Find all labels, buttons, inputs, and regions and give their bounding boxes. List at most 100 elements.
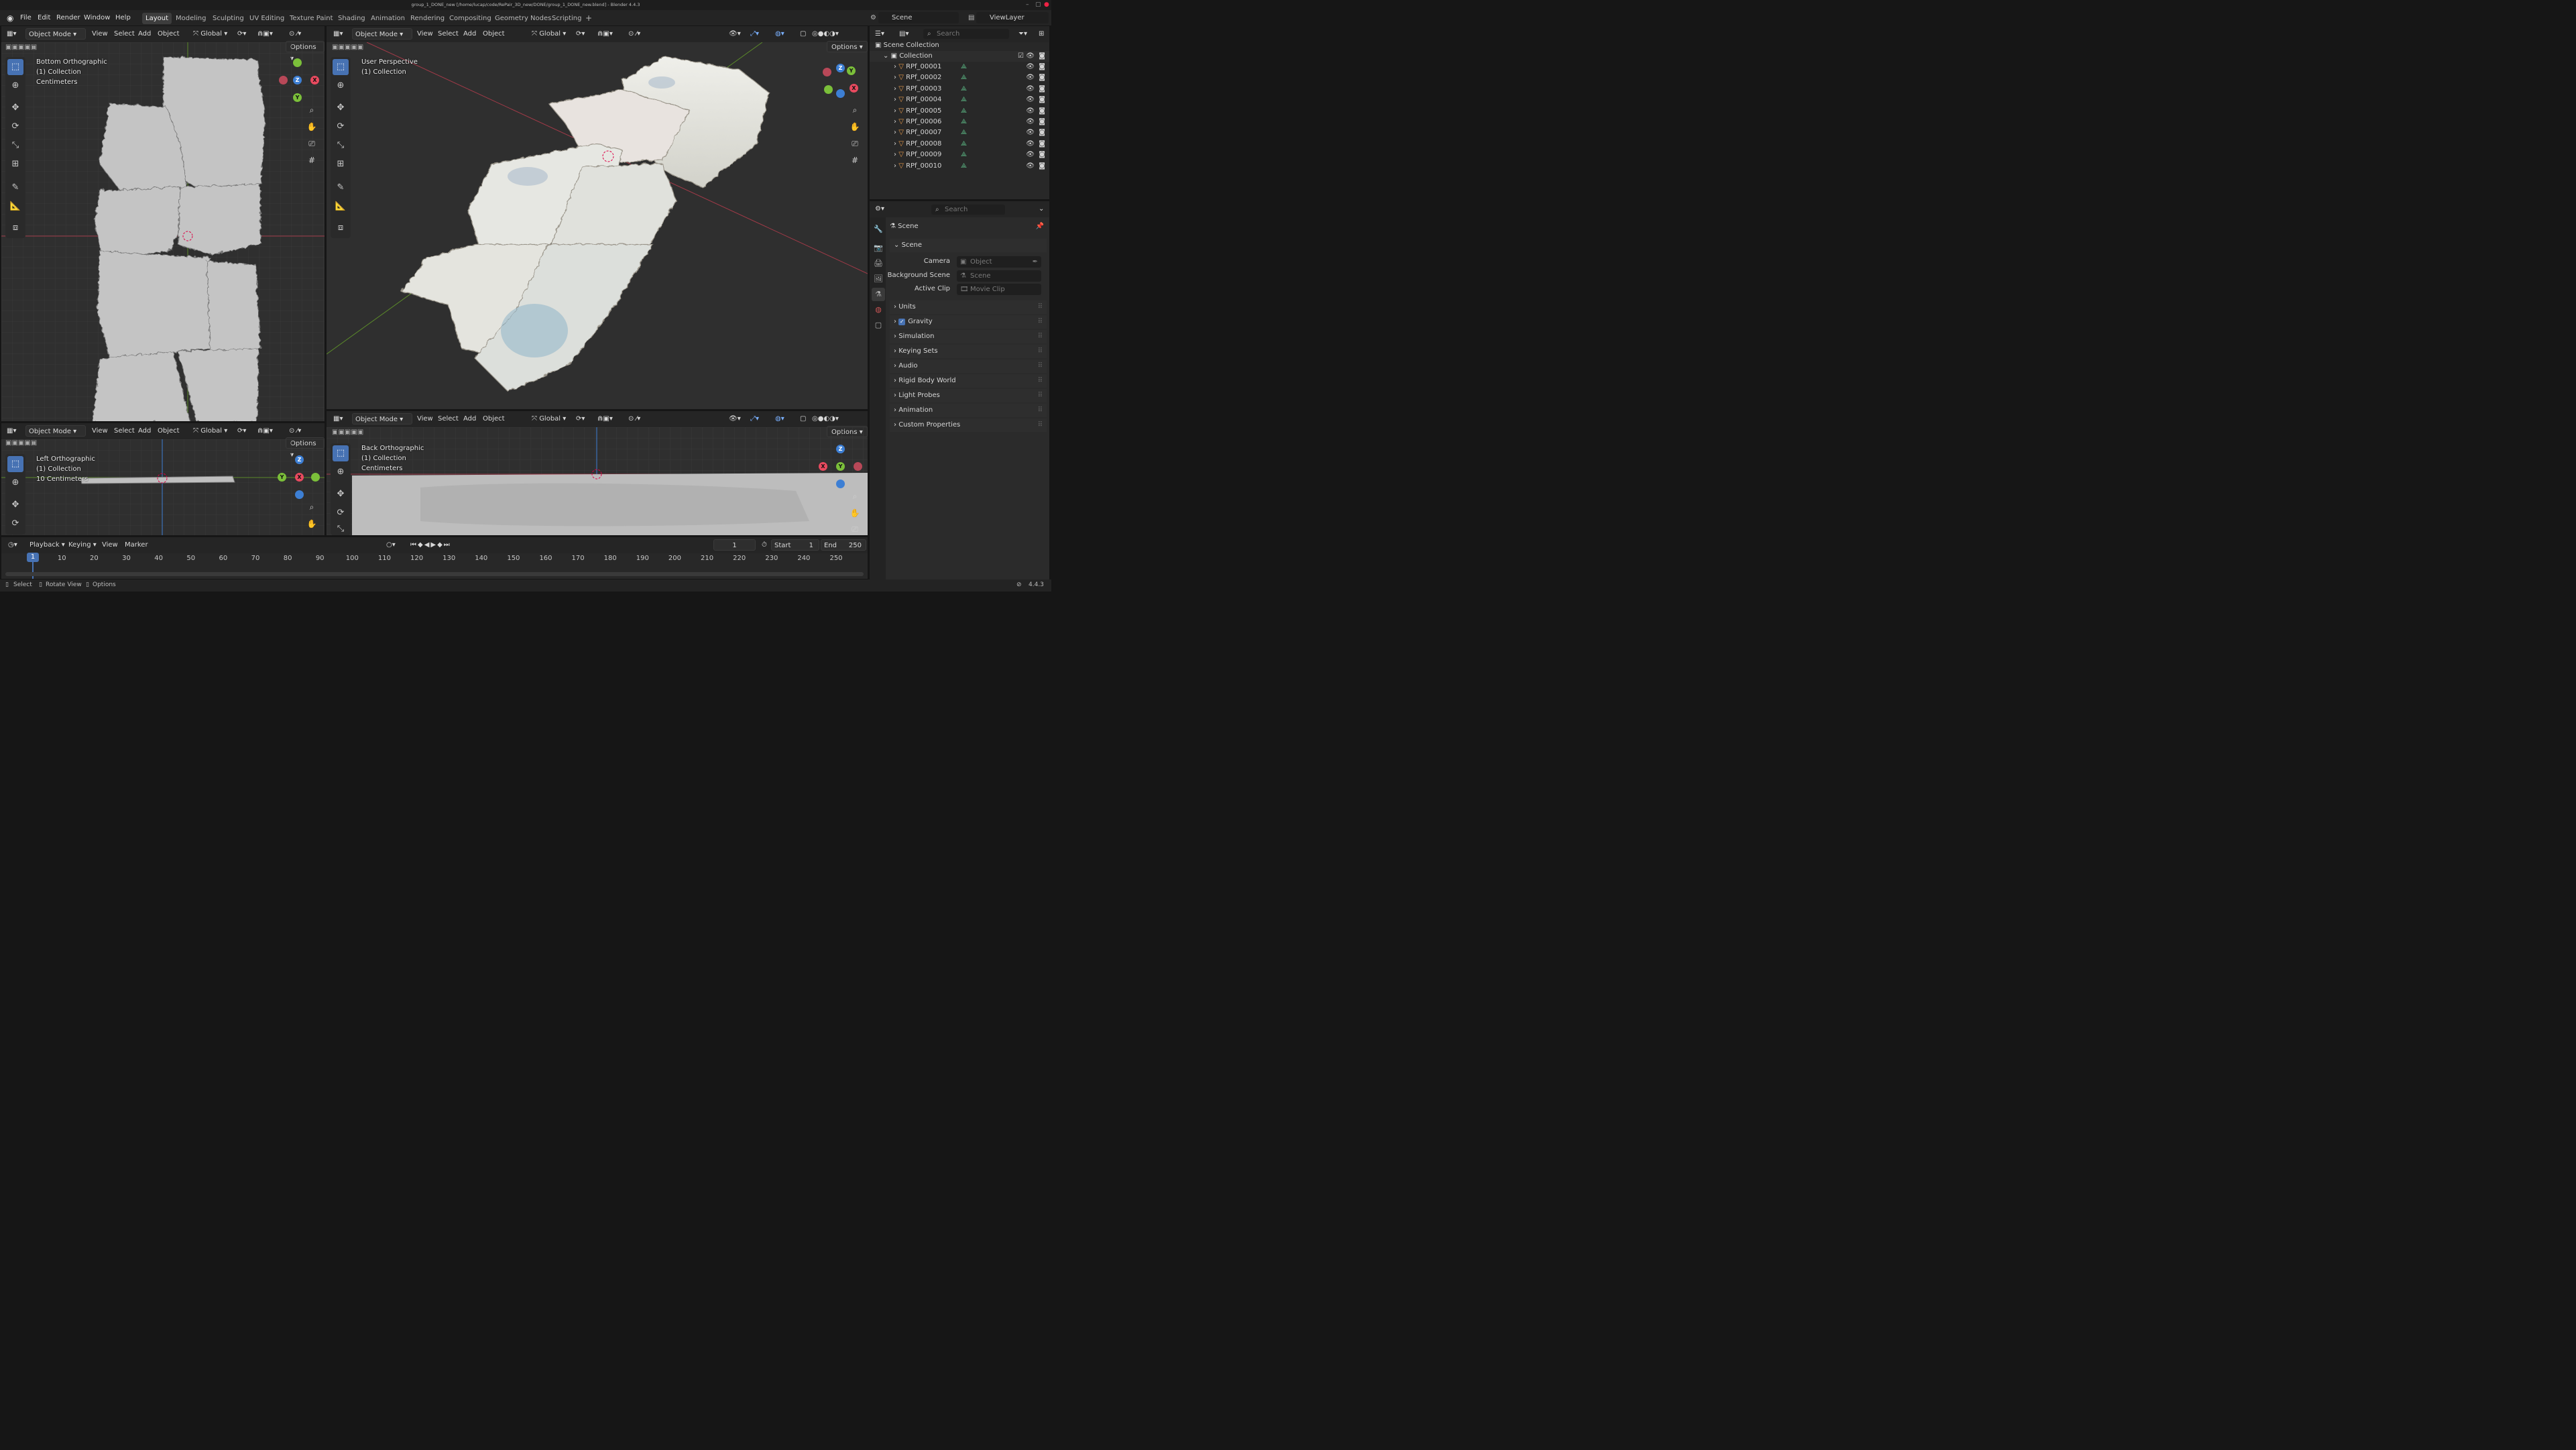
editor-type-icon[interactable]: ▦▾ — [4, 425, 19, 437]
editor-type-icon[interactable]: ◷▾ — [5, 539, 20, 551]
autokey-icon[interactable]: ○▾ — [384, 539, 398, 551]
gizmo-neg-x[interactable] — [823, 68, 831, 76]
pivot-icon[interactable]: ⟳▾ — [573, 28, 587, 40]
shading-modes-icons[interactable]: ◎●◐◑▾ — [809, 413, 841, 425]
viewport-bottom-ortho[interactable]: ▦▾ Object Mode ▾ View Select Add Object … — [1, 26, 325, 421]
fragment-6[interactable] — [205, 260, 260, 351]
checkbox-icon[interactable]: ☑ — [1018, 51, 1024, 62]
filter-icon[interactable]: ⏷▾ — [1016, 28, 1030, 40]
close-icon[interactable]: ● — [1044, 0, 1049, 10]
gizmo-neg-z[interactable] — [295, 490, 304, 499]
viewport-left-ortho[interactable]: ▦▾ Object Mode ▾ View Select Add Object … — [1, 423, 325, 535]
eye-icon[interactable]: 👁 — [1026, 127, 1035, 138]
annotate-tool-icon[interactable]: ✎ — [7, 180, 23, 196]
gizmo-neg-y[interactable] — [824, 85, 833, 94]
move-tool-icon[interactable]: ✥ — [333, 100, 349, 116]
fragment-7[interactable] — [91, 350, 190, 421]
current-frame-field[interactable]: 1 — [713, 539, 756, 551]
fragment-4[interactable] — [176, 182, 260, 254]
render-tab-icon[interactable]: 📷 — [872, 241, 885, 255]
menu-object[interactable]: Object — [155, 28, 182, 40]
viewport-back-ortho[interactable]: ▦▾ Object Mode ▾ View Select Add Object … — [327, 411, 868, 535]
zoom-icon[interactable]: ⌕ — [304, 500, 319, 514]
cursor-tool-icon[interactable]: ⊕ — [333, 78, 349, 94]
camera-render-icon[interactable]: ◙ — [1039, 127, 1045, 138]
new-collection-icon[interactable]: ⊞ — [1036, 28, 1047, 40]
tab-animation[interactable]: Animation — [367, 13, 408, 24]
panel-custom-properties[interactable]: › Custom Properties ⠿ — [890, 419, 1047, 432]
menu-view[interactable]: View — [89, 425, 111, 437]
navigation-gizmo[interactable]: Z Y X — [272, 455, 320, 500]
drag-handle-icon[interactable]: ⠿ — [1038, 374, 1043, 388]
tab-compositing[interactable]: Compositing — [446, 13, 495, 24]
camera-render-icon[interactable]: ◙ — [1039, 95, 1045, 105]
gizmo-y[interactable]: Y — [847, 66, 856, 75]
camera-render-icon[interactable]: ◙ — [1039, 84, 1045, 95]
pan-hand-icon[interactable]: ✋ — [847, 506, 862, 520]
drag-handle-icon[interactable]: ⠿ — [1038, 345, 1043, 358]
move-tool-icon[interactable]: ✥ — [7, 100, 23, 116]
outliner-object-row[interactable]: › ▽ RPf_00006 ⟁ 👁 ◙ — [870, 117, 1049, 127]
menu-marker[interactable]: Marker — [122, 539, 151, 551]
outliner-object-row[interactable]: › ▽ RPf_00007 ⟁ 👁 ◙ — [870, 127, 1049, 138]
pivot-icon[interactable]: ⟳▾ — [235, 28, 249, 40]
eye-icon[interactable]: 👁 — [1026, 95, 1035, 105]
scene-selector[interactable]: Scene — [878, 12, 959, 23]
snap-icon[interactable]: ⋒▣▾ — [255, 28, 276, 40]
eye-icon[interactable]: 👁 — [1026, 72, 1035, 83]
select-box-tool-icon[interactable]: ⬚ — [7, 59, 23, 75]
panel-rigid-body-world[interactable]: › Rigid Body World ⠿ — [890, 374, 1047, 388]
zoom-icon[interactable]: ⌕ — [304, 103, 319, 117]
fragment-5[interactable] — [96, 249, 211, 358]
blender-logo-icon[interactable]: ◉ — [4, 13, 16, 23]
eye-icon[interactable]: 👁 — [1026, 62, 1035, 72]
visibility-icon[interactable]: 👁▾ — [726, 413, 744, 425]
snap-icon[interactable]: ⋒▣▾ — [595, 28, 616, 40]
snap-icon[interactable]: ⋒▣▾ — [255, 425, 276, 437]
outliner-object-row[interactable]: › ▽ RPf_00001 ⟁ 👁 ◙ — [870, 62, 1049, 72]
shading-modes-icons[interactable]: ◎●◐◑▾ — [809, 28, 841, 40]
measure-tool-icon[interactable]: 📐 — [333, 199, 349, 215]
proportional-edit-icon[interactable]: ⊙ ⁄▾ — [286, 425, 304, 437]
gizmo-z[interactable]: Z — [295, 455, 304, 464]
gizmo-toggle-icon[interactable]: ⤢▾ — [748, 28, 762, 40]
menu-file[interactable]: File — [17, 13, 34, 23]
proportional-edit-icon[interactable]: ⊙ ⁄▾ — [626, 413, 643, 425]
gizmo-neg-z[interactable] — [836, 480, 845, 488]
panel-units[interactable]: › Units ⠿ — [890, 300, 1047, 314]
zoom-icon[interactable]: ⌕ — [847, 489, 862, 504]
eye-icon[interactable]: 👁 — [1026, 117, 1035, 127]
navigation-gizmo[interactable]: Z X Y — [279, 58, 319, 103]
gizmo-z[interactable]: Z — [836, 64, 845, 72]
pivot-icon[interactable]: ⟳▾ — [573, 413, 587, 425]
orientation-dropdown[interactable]: ⤧ Global ▾ — [190, 28, 230, 40]
xray-icon[interactable]: ▢ — [797, 413, 809, 425]
gravity-checkbox[interactable]: ✓ — [898, 319, 906, 325]
orientation-dropdown[interactable]: ⤧ Global ▾ — [529, 28, 569, 40]
panel-simulation[interactable]: › Simulation ⠿ — [890, 330, 1047, 343]
end-frame-field[interactable]: End 250 — [821, 539, 866, 551]
editor-type-icon[interactable]: ▦▾ — [331, 28, 345, 40]
outliner-search-input[interactable]: ⌕ Search — [923, 29, 1009, 39]
drag-handle-icon[interactable]: ⠿ — [1038, 404, 1043, 417]
menu-add[interactable]: Add — [135, 425, 154, 437]
drag-handle-icon[interactable]: ⠿ — [1038, 419, 1043, 432]
outliner-object-row[interactable]: › ▽ RPf_00002 ⟁ 👁 ◙ — [870, 72, 1049, 83]
menu-select[interactable]: Select — [435, 413, 461, 425]
gizmo-y[interactable]: Y — [836, 462, 845, 471]
panel-audio[interactable]: › Audio ⠿ — [890, 359, 1047, 373]
pan-hand-icon[interactable]: ✋ — [847, 119, 862, 134]
rotate-tool-icon[interactable]: ⟳ — [333, 119, 349, 135]
gizmo-z[interactable]: Z — [293, 76, 302, 85]
menu-add[interactable]: Add — [461, 28, 479, 40]
overlay-toggle-icon[interactable]: ◍▾ — [772, 28, 787, 40]
proportional-edit-icon[interactable]: ⊙ ⁄▾ — [286, 28, 304, 40]
menu-keying[interactable]: Keying ▾ — [66, 539, 99, 551]
cursor-tool-icon[interactable]: ⊕ — [333, 464, 349, 480]
menu-select[interactable]: Select — [111, 28, 137, 40]
collection-tab-icon[interactable]: ▢ — [872, 319, 885, 332]
eye-icon[interactable]: 👁 — [1026, 106, 1035, 117]
menu-add[interactable]: Add — [461, 413, 479, 425]
select-box-tool-icon[interactable]: ⬚ — [7, 456, 23, 472]
editor-type-icon[interactable]: ⚙▾ — [872, 203, 887, 215]
